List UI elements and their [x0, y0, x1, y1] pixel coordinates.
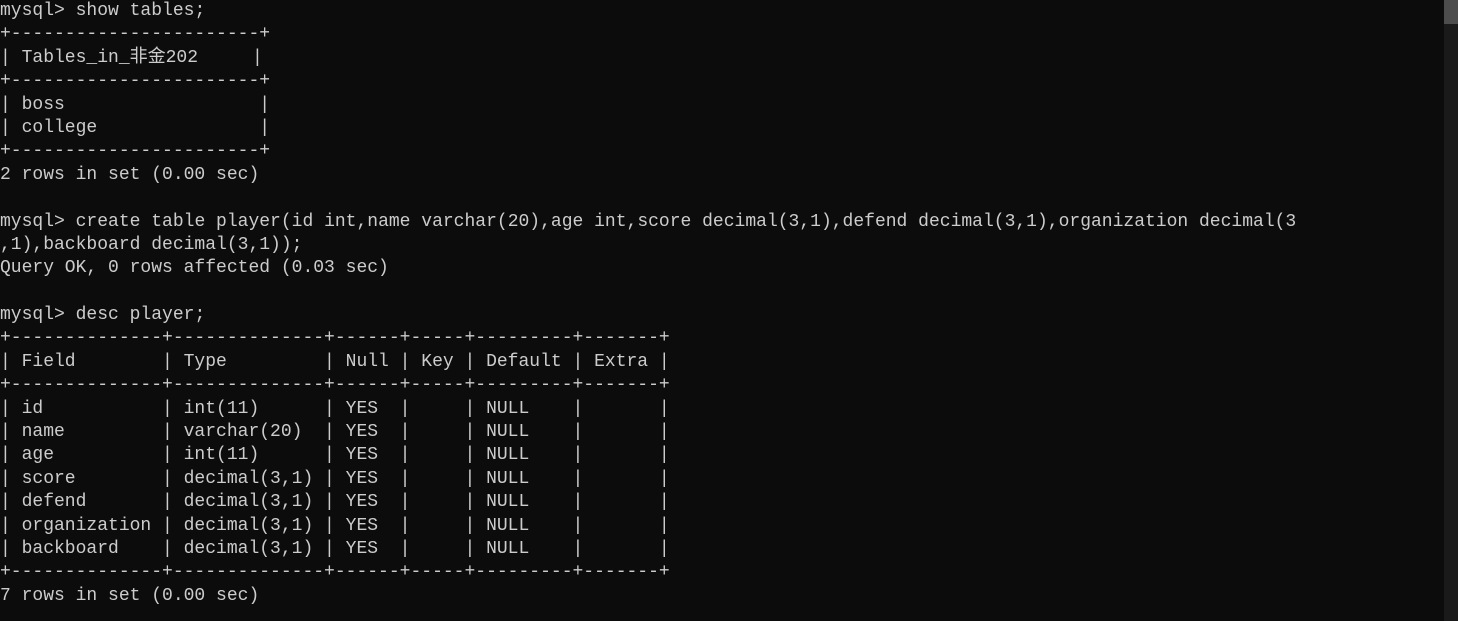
table-border: +-----------------------+	[0, 71, 270, 91]
table-row: | name | varchar(20) | YES | | NULL | |	[0, 422, 670, 442]
prompt: mysql>	[0, 1, 65, 21]
table-border: +--------------+--------------+------+--…	[0, 375, 670, 395]
table-row: | boss |	[0, 95, 270, 115]
table-row: | defend | decimal(3,1) | YES | | NULL |…	[0, 492, 670, 512]
scrollbar-thumb[interactable]	[1444, 0, 1458, 24]
table-header: | Field | Type | Null | Key | Default | …	[0, 352, 670, 372]
table-row: | age | int(11) | YES | | NULL | |	[0, 445, 670, 465]
scrollbar-track[interactable]	[1444, 0, 1458, 621]
table-border: +-----------------------+	[0, 141, 270, 161]
prompt: mysql>	[0, 305, 65, 325]
result-summary: Query OK, 0 rows affected (0.03 sec)	[0, 258, 389, 278]
command-create-table-line2: ,1),backboard decimal(3,1));	[0, 235, 302, 255]
terminal-output[interactable]: mysql> show tables; +-------------------…	[0, 0, 1458, 608]
table-row: | backboard | decimal(3,1) | YES | | NUL…	[0, 539, 670, 559]
table-border: +--------------+--------------+------+--…	[0, 562, 670, 582]
table-row: | organization | decimal(3,1) | YES | | …	[0, 516, 670, 536]
result-summary: 7 rows in set (0.00 sec)	[0, 586, 259, 606]
command-show-tables: show tables;	[76, 1, 206, 21]
table-border: +--------------+--------------+------+--…	[0, 328, 670, 348]
table-border: +-----------------------+	[0, 24, 270, 44]
table-row: | college |	[0, 118, 270, 138]
command-create-table-line1: create table player(id int,name varchar(…	[76, 212, 1297, 232]
command-desc-player: desc player;	[76, 305, 206, 325]
table-header: | Tables_in_非金202 |	[0, 48, 263, 68]
table-row: | id | int(11) | YES | | NULL | |	[0, 399, 670, 419]
result-summary: 2 rows in set (0.00 sec)	[0, 165, 259, 185]
prompt: mysql>	[0, 212, 65, 232]
table-row: | score | decimal(3,1) | YES | | NULL | …	[0, 469, 670, 489]
